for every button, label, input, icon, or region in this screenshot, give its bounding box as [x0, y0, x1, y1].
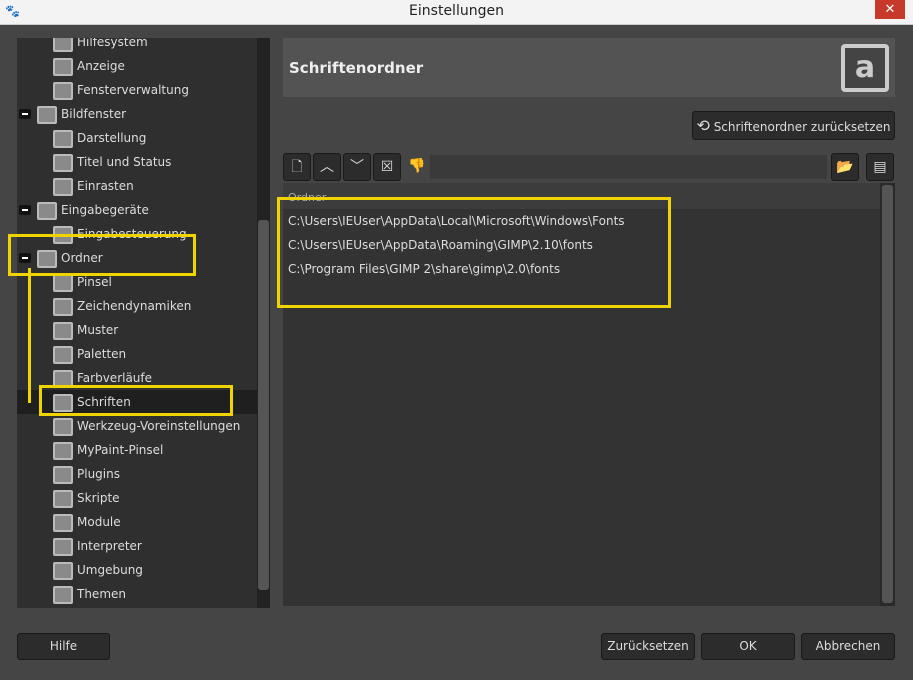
- tree-item-mypaint-pinsel[interactable]: MyPaint-Pinsel: [53, 438, 163, 462]
- move-down-button[interactable]: ﹀: [343, 153, 371, 181]
- tree-item-label: Bildfenster: [61, 107, 127, 121]
- tree-item-label: Themen: [77, 587, 126, 601]
- category-icon: [53, 417, 73, 436]
- category-icon: [53, 273, 73, 292]
- tree-item-interpreter[interactable]: Interpreter: [53, 534, 142, 558]
- category-icon: [53, 513, 73, 532]
- move-up-button[interactable]: ︿: [313, 153, 341, 181]
- open-folder-icon: 📂: [836, 159, 854, 175]
- tree-item-titel-und-status[interactable]: Titel und Status: [53, 150, 171, 174]
- category-icon: [37, 105, 57, 124]
- help-button[interactable]: Hilfe: [17, 633, 110, 660]
- tree-item-werkzeug-voreinstellungen[interactable]: Werkzeug-Voreinstellungen: [53, 414, 240, 438]
- tree-item-fensterverwaltung[interactable]: Fensterverwaltung: [53, 78, 189, 102]
- tree-item-label: Werkzeug-Voreinstellungen: [77, 419, 241, 433]
- tree-item-label: Darstellung: [77, 131, 147, 145]
- add-folder-button[interactable]: 🗋: [283, 153, 311, 181]
- category-icon: [53, 38, 73, 52]
- category-icon: [53, 585, 73, 604]
- window-title: Einstellungen: [409, 3, 504, 19]
- tree-item-eingabegeräte[interactable]: Eingabegeräte: [19, 198, 149, 222]
- tree-item-module[interactable]: Module: [53, 510, 121, 534]
- category-icon: [53, 441, 73, 460]
- category-icon: [53, 57, 73, 76]
- folder-path-input[interactable]: [430, 155, 827, 179]
- category-icon: [53, 81, 73, 100]
- tree-item-zeichendynamiken[interactable]: Zeichendynamiken: [53, 294, 191, 318]
- tree-item-label: Module: [77, 515, 121, 529]
- panel-title: Schriftenordner: [289, 59, 424, 77]
- thumbs-down-button[interactable]: 👎: [403, 153, 431, 181]
- thumbs-down-icon: 👎: [408, 158, 426, 174]
- delete-folder-button[interactable]: ☒: [373, 153, 401, 181]
- tree-item-skripte[interactable]: Skripte: [53, 486, 120, 510]
- tree-item-label: Interpreter: [77, 539, 142, 553]
- title-bar: 🐾 Einstellungen ✕: [0, 0, 913, 25]
- highlight-folders: [277, 197, 671, 308]
- tree-item-darstellung[interactable]: Darstellung: [53, 126, 146, 150]
- reset-icon: ⟲: [696, 116, 710, 135]
- tree-item-label: Titel und Status: [77, 155, 172, 169]
- fonts-folder-icon: a: [841, 44, 889, 92]
- category-icon: [53, 177, 73, 196]
- panel-header: Schriftenordner a: [283, 38, 895, 97]
- annotation-line: [28, 268, 31, 403]
- category-icon: [53, 153, 73, 172]
- category-icon: [53, 561, 73, 580]
- tree-item-paletten[interactable]: Paletten: [53, 342, 126, 366]
- collapse-icon[interactable]: [19, 109, 31, 119]
- tree-item-label: Hilfesystem: [77, 38, 148, 49]
- tree-item-bildfenster[interactable]: Bildfenster: [19, 102, 127, 126]
- tree-item-label: Skripte: [77, 491, 120, 505]
- tree-item-umgebung[interactable]: Umgebung: [53, 558, 143, 582]
- reset-font-folders-button[interactable]: ⟲ Schriftenordner zurücksetzen: [692, 111, 895, 140]
- preferences-tree: Hilfesystem Anzeige Fensterverwaltung Bildf…: [17, 38, 270, 608]
- tree-item-label: Farbverläufe: [77, 371, 153, 385]
- category-icon: [53, 129, 73, 148]
- tree-item-label: Paletten: [77, 347, 127, 361]
- tree-item-label: MyPaint-Pinsel: [77, 443, 164, 457]
- tree-item-anzeige[interactable]: Anzeige: [53, 54, 125, 78]
- collapse-icon[interactable]: [19, 205, 31, 215]
- tree-item-label: Fensterverwaltung: [77, 83, 189, 97]
- folder-list-scrollbar[interactable]: [880, 183, 895, 606]
- chevron-down-icon: ﹀: [350, 159, 364, 175]
- tree-item-themen[interactable]: Themen: [53, 582, 126, 606]
- highlight-schriften: [39, 385, 233, 416]
- folder-options-button[interactable]: ▤: [866, 153, 894, 181]
- tree-item-label: Plugins: [77, 467, 120, 481]
- tree-item-plugins[interactable]: Plugins: [53, 462, 120, 486]
- tree-item-label: Anzeige: [77, 59, 125, 73]
- category-icon: [53, 345, 73, 364]
- category-icon: [53, 297, 73, 316]
- cancel-button[interactable]: Abbrechen: [801, 633, 895, 660]
- chevron-up-icon: ︿: [320, 159, 334, 175]
- category-icon: [53, 465, 73, 484]
- tree-item-label: Muster: [77, 323, 119, 337]
- category-icon: [53, 537, 73, 556]
- list-icon: ▤: [873, 159, 887, 175]
- highlight-ordner: [8, 234, 196, 276]
- tree-item-einrasten[interactable]: Einrasten: [53, 174, 134, 198]
- tree-item-muster[interactable]: Muster: [53, 318, 118, 342]
- tree-item-label: Einrasten: [77, 179, 134, 193]
- browse-folder-button[interactable]: 📂: [831, 153, 859, 181]
- category-icon: [53, 321, 73, 340]
- delete-icon: ☒: [380, 159, 394, 175]
- tree-item-label: Pinsel: [77, 275, 112, 289]
- tree-item-hilfesystem[interactable]: Hilfesystem: [53, 38, 148, 54]
- category-icon: [37, 201, 57, 220]
- category-icon: [53, 489, 73, 508]
- reset-button[interactable]: Zurücksetzen: [601, 633, 695, 660]
- new-document-icon: 🗋: [291, 159, 303, 175]
- tree-item-label: Eingabegeräte: [61, 203, 149, 217]
- close-button[interactable]: ✕: [875, 0, 905, 19]
- tree-item-label: Umgebung: [77, 563, 143, 577]
- tree-scrollbar[interactable]: [257, 38, 270, 608]
- ok-button[interactable]: OK: [701, 633, 795, 660]
- tree-item-label: Zeichendynamiken: [77, 299, 192, 313]
